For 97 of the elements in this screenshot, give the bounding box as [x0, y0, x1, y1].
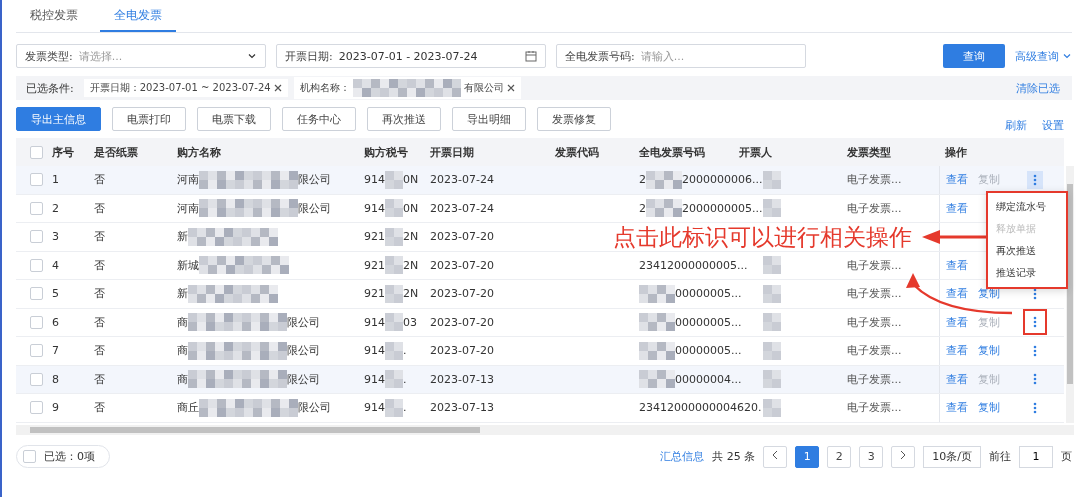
table-cell: 5 — [52, 287, 59, 301]
table-cell: 2023-07-20 — [430, 315, 494, 329]
table-cell: 4 — [52, 258, 59, 272]
page-unit: 页 — [1061, 449, 1072, 464]
table-cell: 电子发票... — [847, 400, 902, 416]
table-cell: 限公司 — [287, 343, 320, 359]
table-cell: 否 — [94, 229, 105, 245]
table-cell: 河南 — [177, 172, 199, 188]
table-cell: 新 — [177, 286, 188, 302]
table-cell: 914 — [364, 344, 385, 358]
table-cell: 电子发票... — [847, 314, 902, 330]
field-label: 全电发票号码: — [565, 48, 635, 64]
table-cell: 2 — [639, 201, 646, 215]
table-cell: 2N — [403, 287, 419, 301]
table-cell: 新城 — [177, 257, 199, 273]
table-cell: 否 — [94, 343, 105, 359]
table-cell: 商 — [177, 343, 188, 359]
column-header: 购方名称 — [177, 144, 221, 160]
table-cell: 921 — [364, 287, 385, 301]
table-cell: 2000000006... — [682, 173, 763, 187]
table-cell: 电子发票... — [847, 172, 902, 188]
table-cell: 商 — [177, 314, 188, 330]
table-cell: 914 — [364, 401, 385, 415]
table-cell: 2 — [639, 173, 646, 187]
table-cell: 00000005... — [675, 344, 742, 358]
column-header: 发票代码 — [555, 144, 599, 160]
column-header: 序号 — [52, 144, 74, 160]
table-cell: 914 — [364, 315, 385, 329]
table-cell: 电子发票... — [847, 371, 902, 387]
table-cell: 1 — [52, 173, 59, 187]
table-cell: 9 — [52, 401, 59, 415]
table-cell: 6 — [52, 315, 59, 329]
table-cell: 914 — [364, 372, 385, 386]
table-cell: 2023-07-20 — [430, 287, 494, 301]
table-cell: 2 — [52, 201, 59, 215]
table-cell: 2N — [403, 230, 419, 244]
table-cell: 电子发票... — [847, 200, 902, 216]
annotation-text: 点击此标识可以进行相关操作 — [613, 223, 912, 252]
table-cell: 电子发票... — [847, 257, 902, 273]
table-cell: . — [403, 401, 407, 415]
table-cell: 限公司 — [287, 371, 320, 387]
table-cell: . — [403, 372, 407, 386]
total-count: 共 25 条 — [712, 449, 756, 464]
table-cell: 00000005... — [675, 315, 742, 329]
table-cell: 否 — [94, 172, 105, 188]
goto-label: 前往 — [989, 449, 1011, 464]
selected-count: 已选：0项 — [44, 449, 95, 464]
table-cell: 23412000000004620. — [639, 401, 762, 415]
table-cell: 0N — [403, 173, 419, 187]
table-cell: 限公司 — [298, 400, 331, 416]
table-cell: 3 — [52, 230, 59, 244]
column-header: 购方税号 — [364, 144, 408, 160]
conditions-label: 已选条件: — [26, 80, 74, 96]
table-cell: 电子发票... — [847, 343, 902, 359]
table-cell: 00000004... — [675, 372, 742, 386]
table-cell: 否 — [94, 371, 105, 387]
table-cell: 限公司 — [298, 172, 331, 188]
table-cell: 0N — [403, 201, 419, 215]
column-header: 操作 — [945, 144, 967, 160]
table-cell: 8 — [52, 372, 59, 386]
table-cell: 限公司 — [298, 200, 331, 216]
column-header: 开票人 — [739, 144, 772, 160]
table-cell: 914 — [364, 173, 385, 187]
table-cell: 否 — [94, 314, 105, 330]
column-header: 开票日期 — [430, 144, 474, 160]
table-cell: 商 — [177, 371, 188, 387]
table-cell: 00000005... — [675, 287, 742, 301]
table-cell: 新 — [177, 229, 188, 245]
table-cell: 否 — [94, 400, 105, 416]
table-cell: . — [403, 344, 407, 358]
column-header: 全电发票号码 — [639, 144, 705, 160]
table-cell: 23412000000005... — [639, 258, 748, 272]
table-cell: 2N — [403, 258, 419, 272]
table-cell: 2023-07-20 — [430, 258, 494, 272]
table-cell: 电子发票... — [847, 286, 902, 302]
table-cell: 921 — [364, 258, 385, 272]
table-cell: 限公司 — [287, 314, 320, 330]
field-label: 开票日期: — [285, 48, 333, 64]
table-cell: 921 — [364, 230, 385, 244]
column-header: 是否纸票 — [94, 144, 138, 160]
column-header: 发票类型 — [847, 144, 891, 160]
table-cell: 2000000005... — [682, 201, 763, 215]
table-cell: 2023-07-24 — [430, 201, 494, 215]
table-cell: 914 — [364, 201, 385, 215]
table-cell: 2023-07-20 — [430, 230, 494, 244]
field-label: 发票类型: — [25, 48, 73, 64]
table-cell: 2023-07-24 — [430, 173, 494, 187]
table-cell: 否 — [94, 286, 105, 302]
table-cell: 商丘 — [177, 400, 199, 416]
table-cell: 03 — [403, 315, 417, 329]
table-cell: 2023-07-20 — [430, 344, 494, 358]
table-cell: 否 — [94, 200, 105, 216]
table-cell: 7 — [52, 344, 59, 358]
table-cell: 否 — [94, 257, 105, 273]
table-cell: 2023-07-13 — [430, 372, 494, 386]
table-cell: 2023-07-13 — [430, 401, 494, 415]
table-cell: 河南 — [177, 200, 199, 216]
